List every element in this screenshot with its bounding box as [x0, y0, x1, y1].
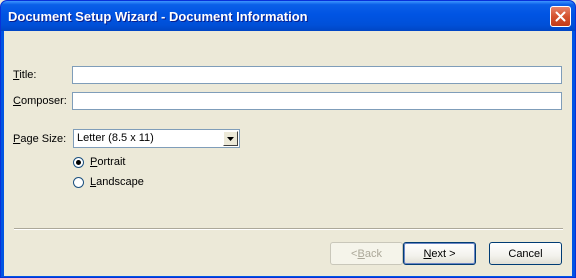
composer-field[interactable] [72, 92, 562, 110]
next-button[interactable]: Next > [403, 242, 476, 265]
portrait-label: Portrait [90, 156, 126, 168]
dropdown-button[interactable] [223, 131, 238, 146]
cancel-button[interactable]: Cancel [489, 242, 562, 265]
window-title: Document Setup Wizard - Document Informa… [8, 9, 308, 24]
title-field[interactable] [72, 66, 562, 84]
page-size-label: Page Size: [13, 133, 67, 145]
separator [14, 228, 563, 230]
composer-label: Composer: [13, 95, 67, 107]
page-size-value: Letter (8.5 x 11) [77, 132, 154, 144]
close-button[interactable] [550, 6, 571, 27]
portrait-radio[interactable] [73, 156, 84, 168]
close-icon [555, 11, 566, 22]
portrait-option[interactable]: Portrait [73, 155, 125, 169]
dialog-body: Title: Composer: Page Size: Letter (8.5 … [4, 31, 572, 276]
back-button[interactable]: < Back [330, 242, 403, 265]
title-label: Title: [13, 69, 37, 81]
page-size-select[interactable]: Letter (8.5 x 11) [73, 129, 240, 148]
chevron-down-icon [227, 136, 234, 141]
landscape-label: Landscape [90, 176, 144, 188]
landscape-radio[interactable] [73, 176, 84, 188]
landscape-option[interactable]: Landscape [73, 175, 144, 189]
title-bar[interactable]: Document Setup Wizard - Document Informa… [1, 1, 575, 31]
wizard-window: Document Setup Wizard - Document Informa… [0, 0, 576, 278]
